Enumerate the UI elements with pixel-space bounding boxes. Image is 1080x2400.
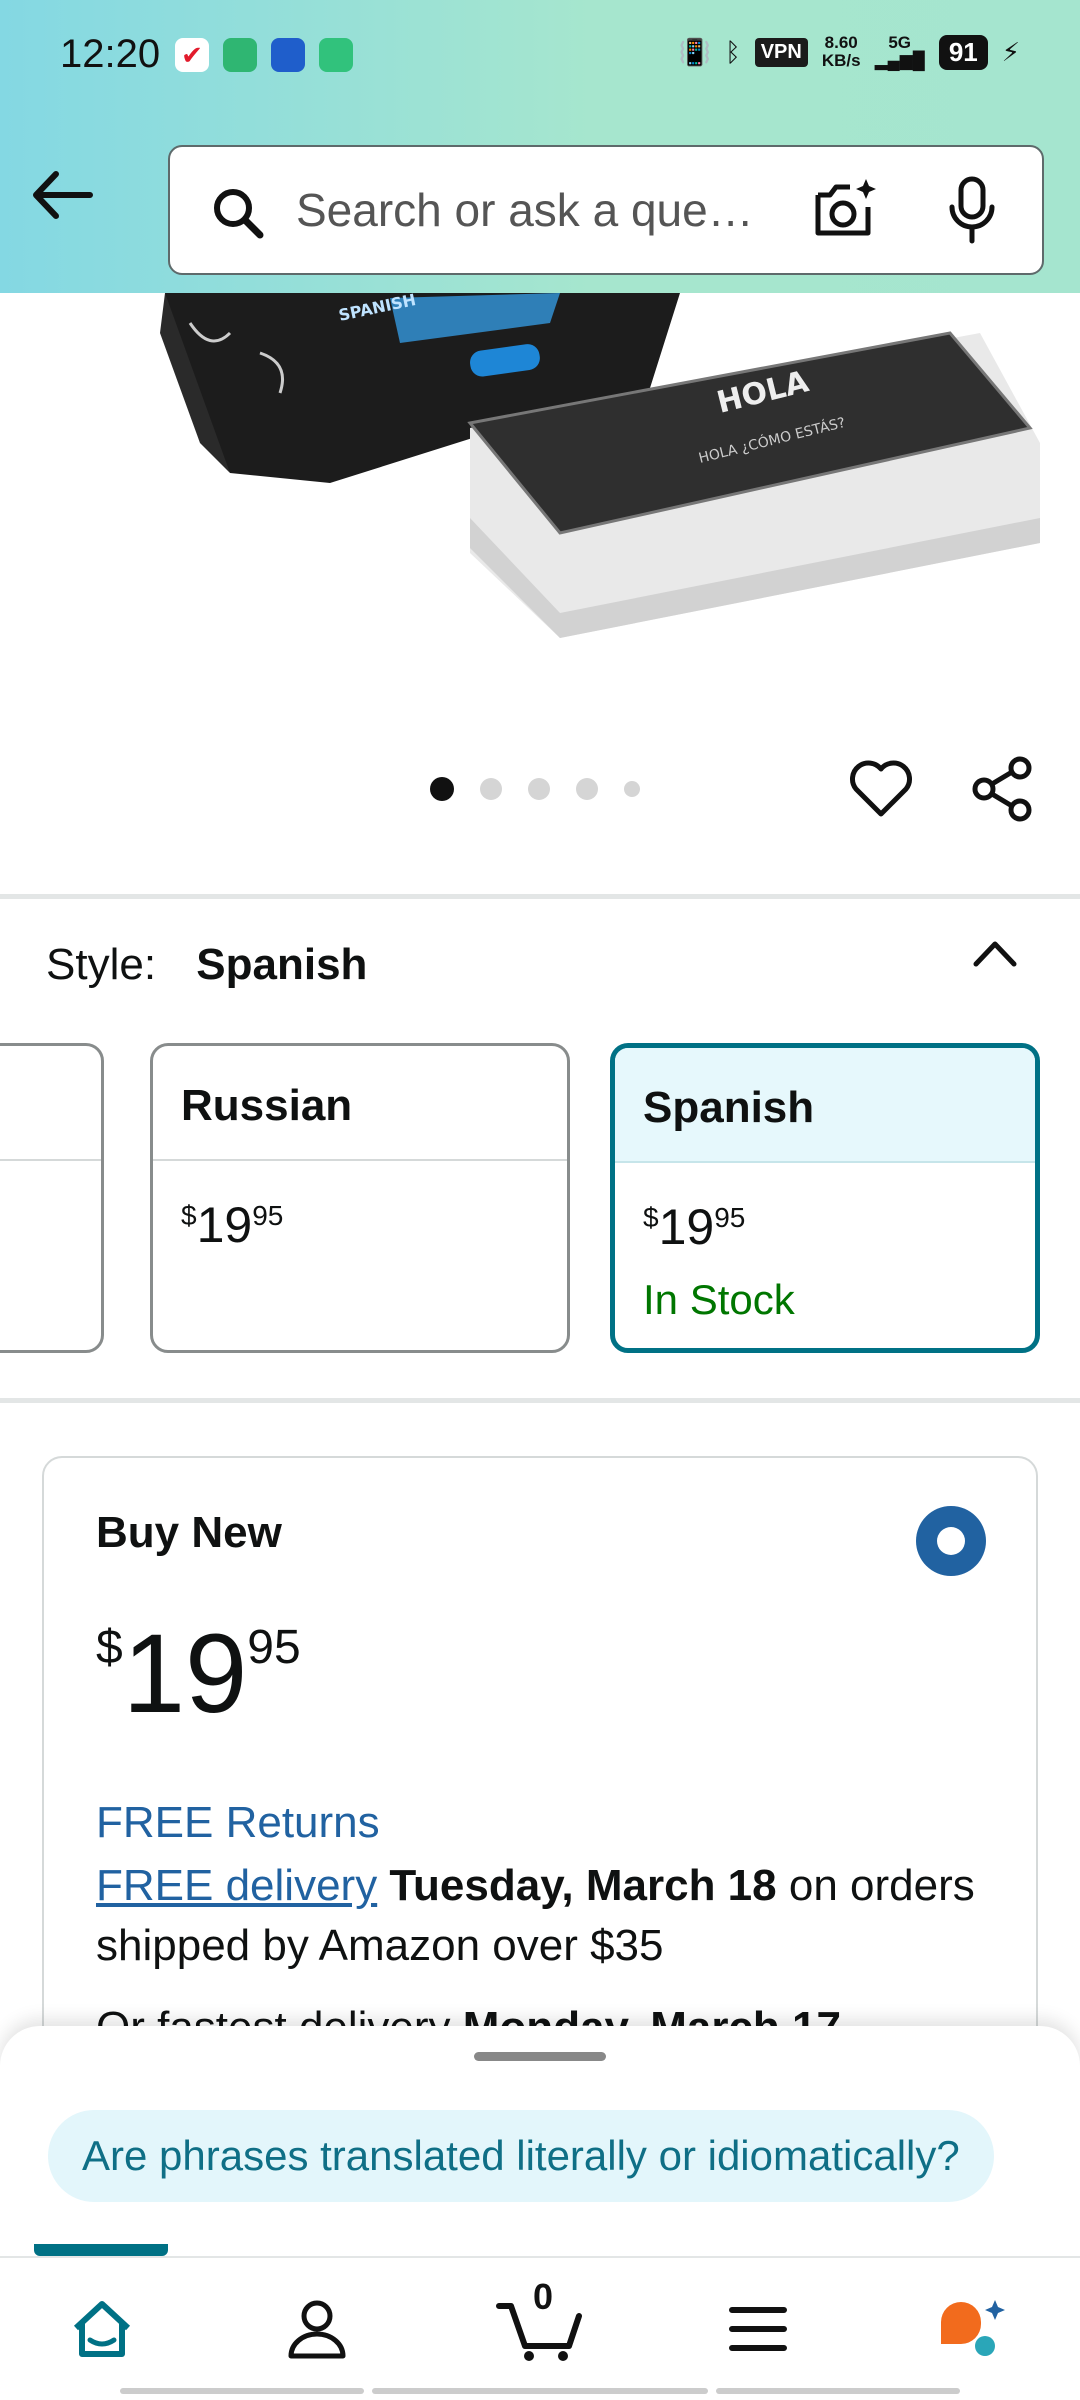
section-divider <box>0 1398 1080 1403</box>
style-option-name: Russian <box>153 1046 567 1161</box>
style-selected-value: Spanish <box>196 940 368 989</box>
carousel-dot <box>480 778 502 800</box>
carousel-dot <box>528 778 550 800</box>
style-option-russian[interactable]: Russian $1995 <box>150 1043 570 1353</box>
buy-new-radio[interactable] <box>916 1506 986 1576</box>
delivery-date: Tuesday, March 18 <box>389 1861 777 1910</box>
notification-app-icon: ✔ <box>175 38 209 72</box>
buy-new-price: $1995 <box>96 1611 301 1736</box>
microphone-icon[interactable] <box>946 175 998 245</box>
suggested-question-chip[interactable]: Are phrases translated literally or idio… <box>48 2110 994 2202</box>
nav-rufus[interactable] <box>935 2294 1011 2365</box>
free-delivery-link[interactable]: FREE delivery <box>96 1861 377 1910</box>
nav-menu[interactable] <box>728 2304 788 2359</box>
vpn-badge: VPN <box>754 37 808 67</box>
back-arrow-icon <box>33 171 93 219</box>
user-icon <box>288 2300 346 2359</box>
share-icon <box>972 756 1032 822</box>
bluetooth-icon: ᛒ <box>725 36 741 67</box>
search-input[interactable]: Search or ask a que… <box>296 183 754 237</box>
cart-count: 0 <box>533 2276 554 2317</box>
style-selector-header[interactable]: Style: Spanish <box>46 940 367 990</box>
back-button[interactable] <box>30 170 110 240</box>
sheet-drag-handle[interactable] <box>474 2052 606 2061</box>
bottom-navigation: 0 <box>0 2244 1080 2400</box>
gesture-bar <box>120 2388 364 2394</box>
style-option-name: Spanish <box>615 1048 1035 1163</box>
network-speed: 8.60 KB/s <box>821 33 861 70</box>
notification-app-icon <box>271 38 305 72</box>
style-option-price: $1995 <box>181 1197 284 1253</box>
product-image[interactable]: HOLA HOLA ¿CÓMO ESTÁS? SPANISH <box>0 293 1080 893</box>
gesture-bar <box>716 2388 960 2394</box>
charging-icon: ⚡ <box>1001 36 1020 67</box>
battery-indicator: 91 <box>938 34 988 70</box>
carousel-dot <box>430 777 454 801</box>
share-button[interactable] <box>970 756 1036 827</box>
carousel-dot <box>576 778 598 800</box>
free-returns-link[interactable]: FREE Returns <box>96 1798 380 1848</box>
buy-new-title: Buy New <box>96 1508 282 1557</box>
menu-icon <box>729 2307 787 2351</box>
carousel-dot <box>624 781 640 797</box>
heart-icon <box>850 760 912 817</box>
notification-app-icon <box>223 38 257 72</box>
chevron-up-icon <box>973 941 1017 967</box>
style-option-card[interactable] <box>0 1043 104 1353</box>
availability-status: In Stock <box>643 1276 795 1323</box>
rufus-suggestion-sheet: Are phrases translated literally or idio… <box>0 2026 1080 2256</box>
product-photo: HOLA HOLA ¿CÓMO ESTÁS? SPANISH <box>160 293 1040 638</box>
wishlist-button[interactable] <box>848 756 914 823</box>
home-icon <box>73 2301 131 2357</box>
style-option-price: $1995 <box>643 1199 746 1255</box>
camera-search-icon[interactable] <box>810 177 880 241</box>
app-header: 12:20 ✔ 📳 ᛒ VPN 8.60 KB/s 5G ▂▄▆█ 91 ⚡ S… <box>0 0 1080 293</box>
notification-icons: ✔ <box>175 38 353 72</box>
vibrate-icon: 📳 <box>678 36 712 67</box>
gesture-bar <box>372 2388 708 2394</box>
rufus-ai-icon <box>941 2300 1005 2356</box>
collapse-button[interactable] <box>972 938 1018 973</box>
search-bar[interactable]: Search or ask a que… <box>168 145 1044 275</box>
nav-home[interactable] <box>70 2298 134 2365</box>
nav-cart[interactable]: 0 <box>495 2276 585 2369</box>
active-tab-indicator <box>34 2244 168 2256</box>
status-bar: 12:20 ✔ 📳 ᛒ VPN 8.60 KB/s 5G ▂▄▆█ 91 ⚡ <box>0 0 1080 110</box>
style-label: Style: <box>46 940 157 989</box>
delivery-info: FREE delivery Tuesday, March 18 on order… <box>96 1856 996 1976</box>
system-icons: 📳 ᛒ VPN 8.60 KB/s 5G ▂▄▆█ 91 ⚡ <box>679 34 1020 70</box>
notification-app-icon <box>319 38 353 72</box>
search-icon <box>214 189 264 239</box>
section-divider <box>0 894 1080 899</box>
status-time: 12:20 <box>60 32 161 76</box>
signal-icon: 5G ▂▄▆█ <box>874 33 925 70</box>
image-carousel-indicator <box>430 777 640 801</box>
style-option-header <box>0 1046 101 1161</box>
style-option-spanish[interactable]: Spanish $1995 In Stock <box>610 1043 1040 1353</box>
nav-account[interactable] <box>285 2298 349 2365</box>
